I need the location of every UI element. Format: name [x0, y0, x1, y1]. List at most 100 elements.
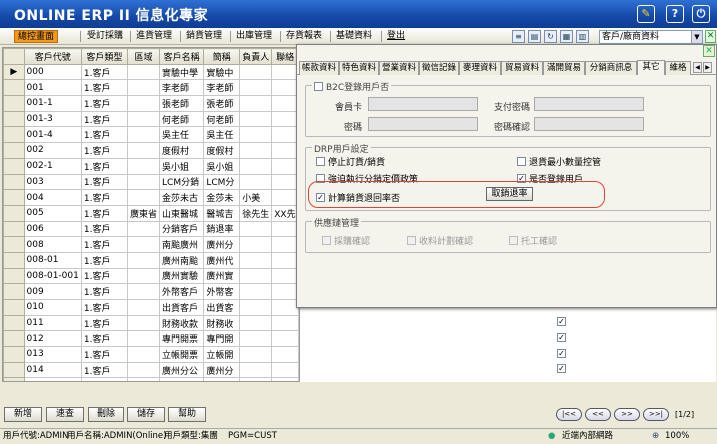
- table-cell[interactable]: [271, 157, 299, 175]
- table-cell[interactable]: 出貨客戶: [159, 299, 205, 316]
- next-page-button[interactable]: >>: [614, 408, 640, 421]
- table-row[interactable]: 004 1.客戶 金莎未古 金莎未 小美: [3, 189, 299, 206]
- table-cell[interactable]: [127, 299, 161, 316]
- table-cell[interactable]: [239, 142, 273, 159]
- table-cell[interactable]: [239, 251, 273, 269]
- table-cell[interactable]: 廣州代: [203, 251, 241, 269]
- col-header[interactable]: 區域: [127, 48, 161, 65]
- password-confirm-field[interactable]: [534, 117, 644, 131]
- table-row[interactable]: 014 1.客戶 廣州分公 廣州分: [3, 361, 299, 379]
- table-cell[interactable]: 外幣客: [203, 283, 241, 300]
- table-cell[interactable]: 廣州南颱: [159, 251, 205, 269]
- table-cell[interactable]: 出貨客: [203, 299, 241, 316]
- table-cell[interactable]: [127, 63, 161, 81]
- table-cell[interactable]: [271, 95, 299, 112]
- table-cell[interactable]: [127, 346, 161, 363]
- table-cell[interactable]: [271, 63, 299, 81]
- consign-option[interactable]: 托工確認: [509, 234, 557, 247]
- table-cell[interactable]: 1.客戶: [80, 204, 129, 222]
- min-qty-option[interactable]: 退貨最小數量控管: [517, 155, 601, 168]
- table-cell[interactable]: 1.客戶: [80, 157, 129, 175]
- table-cell[interactable]: [271, 189, 299, 206]
- table-cell[interactable]: [127, 283, 161, 300]
- delete-button[interactable]: 刪除: [88, 407, 124, 422]
- table-cell[interactable]: 外幣客戶: [159, 283, 205, 300]
- table-cell[interactable]: [239, 95, 273, 112]
- row-indicator[interactable]: [3, 220, 25, 238]
- form-icon[interactable]: ▤: [528, 30, 541, 43]
- tab-other[interactable]: 其它: [637, 60, 665, 75]
- table-cell[interactable]: 1.客戶: [80, 126, 129, 144]
- table-cell[interactable]: [239, 220, 273, 238]
- table-cell[interactable]: [239, 79, 273, 97]
- row-indicator[interactable]: [3, 236, 25, 253]
- table-cell[interactable]: [271, 142, 299, 159]
- table-row[interactable]: 008 1.客戶 南颱廣州 廣州分: [3, 236, 299, 253]
- menu-item-orders[interactable]: 受訂採購: [84, 30, 126, 43]
- table-cell[interactable]: 000: [23, 63, 82, 81]
- table-cell[interactable]: 013: [23, 346, 82, 363]
- table-cell[interactable]: 002-1: [23, 157, 82, 175]
- table-cell[interactable]: 吳小姐: [203, 157, 241, 175]
- query-button[interactable]: 速查: [46, 407, 84, 422]
- table-cell[interactable]: [271, 173, 299, 191]
- table-cell[interactable]: 008-01-001: [23, 267, 82, 285]
- save-button[interactable]: 儲存: [127, 407, 165, 422]
- table-cell[interactable]: [203, 377, 241, 381]
- table-cell[interactable]: [127, 110, 161, 128]
- table-cell[interactable]: 立帳開: [203, 346, 241, 363]
- purchase-confirm-checkbox[interactable]: [322, 236, 331, 245]
- table-cell[interactable]: 專門開票: [159, 330, 205, 348]
- list-icon[interactable]: ≡: [512, 30, 525, 43]
- row-indicator[interactable]: [3, 314, 25, 332]
- table-row[interactable]: 010 1.客戶 出貨客戶 出貨客: [3, 299, 299, 316]
- menu-item-purchase[interactable]: 進貨管理: [133, 30, 175, 43]
- table-cell[interactable]: 分銷客戶: [159, 220, 205, 238]
- table-row[interactable]: 012 1.客戶 專門開票 專門開: [3, 330, 299, 348]
- table-cell[interactable]: [271, 110, 299, 128]
- last-page-button[interactable]: >>|: [643, 408, 669, 421]
- row-indicator[interactable]: [3, 126, 25, 144]
- table-row[interactable]: ▶ 000 1.客戶 實驗中學 實驗中: [3, 63, 299, 81]
- table-cell[interactable]: 吳小姐: [159, 157, 205, 175]
- table-cell[interactable]: 吳主任: [203, 126, 241, 144]
- table-cell[interactable]: 廣州實: [203, 267, 241, 285]
- table-row[interactable]: 001 1.客戶 李老師 李老師: [3, 79, 299, 97]
- row-indicator[interactable]: ▶: [3, 63, 25, 81]
- new-row-indicator[interactable]: *: [3, 377, 25, 381]
- row-indicator[interactable]: [3, 204, 25, 222]
- help-button[interactable]: 幫助: [168, 407, 206, 422]
- table-cell[interactable]: 1.客戶: [80, 142, 129, 159]
- table-cell[interactable]: [271, 267, 299, 285]
- menu-item-dashboard[interactable]: 總控畫面: [14, 30, 59, 43]
- table-cell[interactable]: [127, 314, 161, 332]
- table-row[interactable]: 009 1.客戶 外幣客戶 外幣客: [3, 283, 299, 300]
- cancel-return-button[interactable]: 取銷退率: [486, 187, 533, 201]
- row-indicator[interactable]: [3, 299, 25, 316]
- table-cell[interactable]: 009: [23, 283, 82, 300]
- help-icon[interactable]: ?: [666, 5, 684, 23]
- table-cell[interactable]: 金莎未古: [159, 189, 205, 206]
- consign-checkbox[interactable]: [509, 236, 518, 245]
- edit-icon[interactable]: ✎: [637, 5, 655, 23]
- table-cell[interactable]: [159, 377, 205, 381]
- new-row[interactable]: *: [3, 377, 299, 381]
- table-row[interactable]: 003 1.客戶 LCM分銷 LCM分: [3, 173, 299, 191]
- table-cell[interactable]: [239, 346, 273, 363]
- table-cell[interactable]: [271, 377, 299, 381]
- table-cell[interactable]: 005: [23, 204, 82, 222]
- table-cell[interactable]: XX先: [271, 204, 299, 222]
- table-cell[interactable]: 1.客戶: [80, 95, 129, 112]
- receipt-plan-checkbox[interactable]: [407, 236, 416, 245]
- table-row[interactable]: 013 1.客戶 立帳開票 立帳開: [3, 346, 299, 363]
- purchase-confirm-option[interactable]: 採購確認: [322, 234, 370, 247]
- row-indicator[interactable]: [3, 189, 25, 206]
- row-indicator[interactable]: [3, 251, 25, 269]
- col-header[interactable]: 簡稱: [203, 48, 241, 65]
- table-row[interactable]: 001-1 1.客戶 張老師 張老師: [3, 95, 299, 112]
- menu-item-outbound[interactable]: 出庫管理: [233, 30, 275, 43]
- table-cell[interactable]: [239, 267, 273, 285]
- table-cell[interactable]: 1.客戶: [80, 189, 129, 206]
- table-cell[interactable]: [127, 361, 161, 379]
- row-indicator[interactable]: [3, 346, 25, 363]
